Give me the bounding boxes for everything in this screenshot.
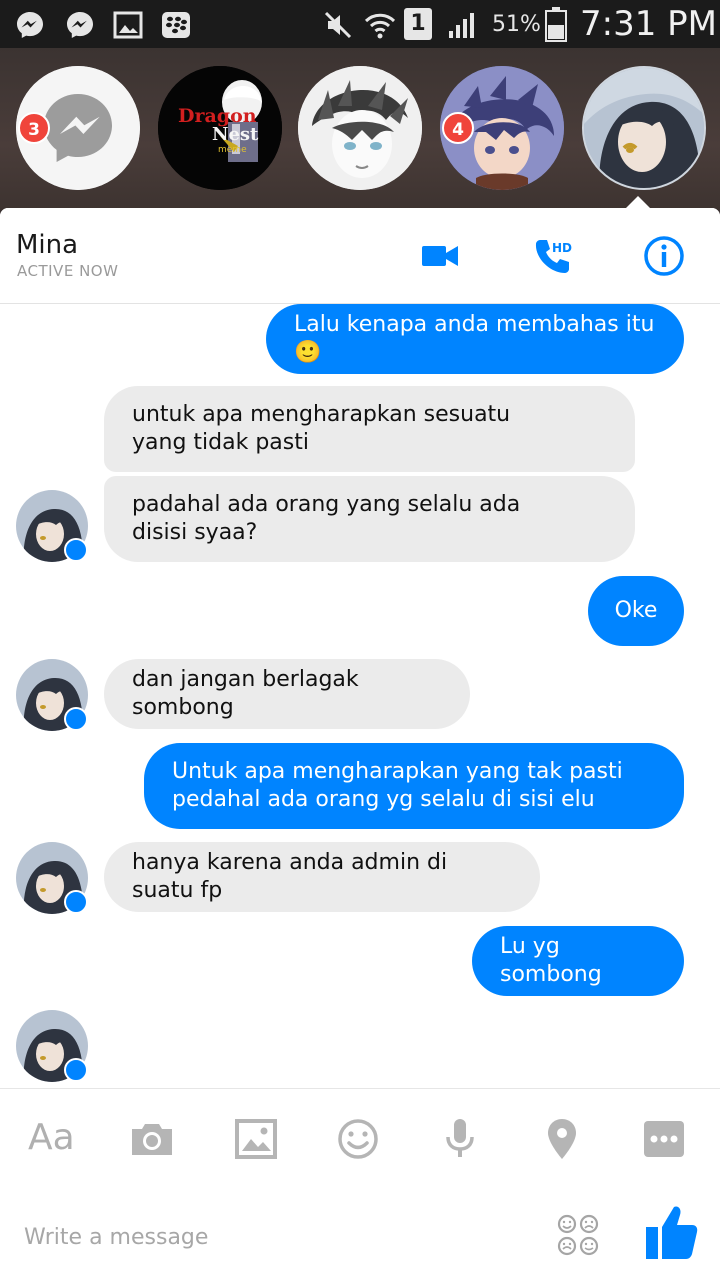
incoming-message[interactable]: dan jangan berlagak sombong (104, 659, 470, 729)
image-icon[interactable] (232, 1115, 280, 1163)
outgoing-message[interactable]: Untuk apa mengharapkan yang tak pasti pe… (144, 743, 684, 829)
composer: Aa (0, 1088, 720, 1280)
unread-badge: 4 (442, 112, 474, 144)
voice-call-button[interactable]: HD (528, 232, 576, 280)
dragon-nest-logo-text: meme (218, 145, 247, 155)
info-icon[interactable] (640, 232, 688, 280)
mute-icon (324, 11, 352, 39)
sticker-icon[interactable] (556, 1213, 600, 1257)
mina-avatar-icon (584, 68, 704, 188)
messenger-notification-icon (67, 12, 93, 38)
messenger-notification-icon (17, 12, 43, 38)
wifi-icon (364, 13, 396, 39)
messenger-badge-icon (64, 707, 88, 731)
contact-name[interactable]: Mina (16, 230, 78, 260)
contact-avatar[interactable] (16, 1010, 88, 1082)
gallery-notification-icon (113, 11, 143, 39)
message-text: Untuk apa mengharapkan yang tak pasti pe… (172, 759, 623, 812)
chat-head-dragon-nest[interactable]: Dragon Nest meme (158, 66, 282, 190)
message-text: Lu yg sombong (500, 934, 602, 987)
manga-boy-avatar-icon (298, 66, 422, 190)
phone-icon (535, 240, 569, 273)
outgoing-message[interactable]: Lalu kenapa anda membahas itu 🙂 (266, 304, 684, 374)
dragon-nest-logo-text: Nest (212, 124, 259, 145)
message-text: Lalu kenapa anda membahas itu 🙂 (294, 312, 655, 365)
contact-avatar[interactable] (16, 842, 88, 914)
chat-head-manga-boy[interactable] (298, 66, 422, 190)
microphone-icon[interactable] (436, 1115, 484, 1163)
outgoing-message[interactable]: Lu yg sombong (472, 926, 684, 996)
hd-badge: HD (552, 241, 573, 255)
message-text: padahal ada orang yang selalu ada disisi… (132, 492, 521, 545)
incoming-message[interactable]: untuk apa mengharapkan sesuatu yang tida… (104, 386, 635, 472)
conversation-header: Mina ACTIVE NOW HD (0, 208, 720, 304)
messenger-badge-icon (64, 538, 88, 562)
unread-badge: 3 (18, 112, 50, 144)
clock: 7:31 PM (580, 4, 717, 44)
sim-slot-indicator: 1 (404, 8, 432, 40)
incoming-message[interactable]: hanya karena anda admin di suatu fp (104, 842, 540, 912)
message-text: Oke (614, 598, 658, 623)
message-text: untuk apa mengharapkan sesuatu yang tida… (132, 402, 511, 455)
camera-icon[interactable] (128, 1115, 176, 1163)
message-text: hanya karena anda admin di suatu fp (132, 850, 448, 903)
message-text: dan jangan berlagak sombong (132, 667, 359, 720)
messenger-badge-icon (64, 890, 88, 914)
battery-percentage: 51% (492, 11, 541, 37)
message-input[interactable] (24, 1217, 524, 1257)
thumbs-up-icon[interactable] (644, 1203, 700, 1263)
messenger-badge-icon (64, 1058, 88, 1082)
chat-heads-bar: 3 Dragon Nest meme 4 (0, 48, 720, 210)
dragon-nest-avatar-icon: Dragon Nest meme (158, 66, 282, 190)
bbm-notification-icon (162, 12, 190, 38)
contact-avatar[interactable] (16, 659, 88, 731)
battery-icon (545, 7, 567, 42)
emoji-icon[interactable] (334, 1115, 382, 1163)
conversation-panel: Mina ACTIVE NOW HD Lalu kenapa anda memb… (0, 208, 720, 1280)
text-format-button[interactable]: Aa (28, 1117, 75, 1158)
location-icon[interactable] (538, 1115, 586, 1163)
incoming-message[interactable]: padahal ada orang yang selalu ada disisi… (104, 476, 635, 562)
active-status: ACTIVE NOW (17, 262, 119, 280)
signal-icon (449, 13, 474, 38)
more-icon[interactable] (640, 1115, 688, 1163)
contact-avatar[interactable] (16, 490, 88, 562)
outgoing-message[interactable]: Oke (588, 576, 684, 646)
video-call-icon[interactable] (416, 232, 464, 280)
status-bar: 1 51% 7:31 PM (0, 0, 720, 48)
chat-head-mina[interactable] (582, 66, 706, 190)
message-list: Lalu kenapa anda membahas itu 🙂 untuk ap… (0, 304, 720, 1088)
